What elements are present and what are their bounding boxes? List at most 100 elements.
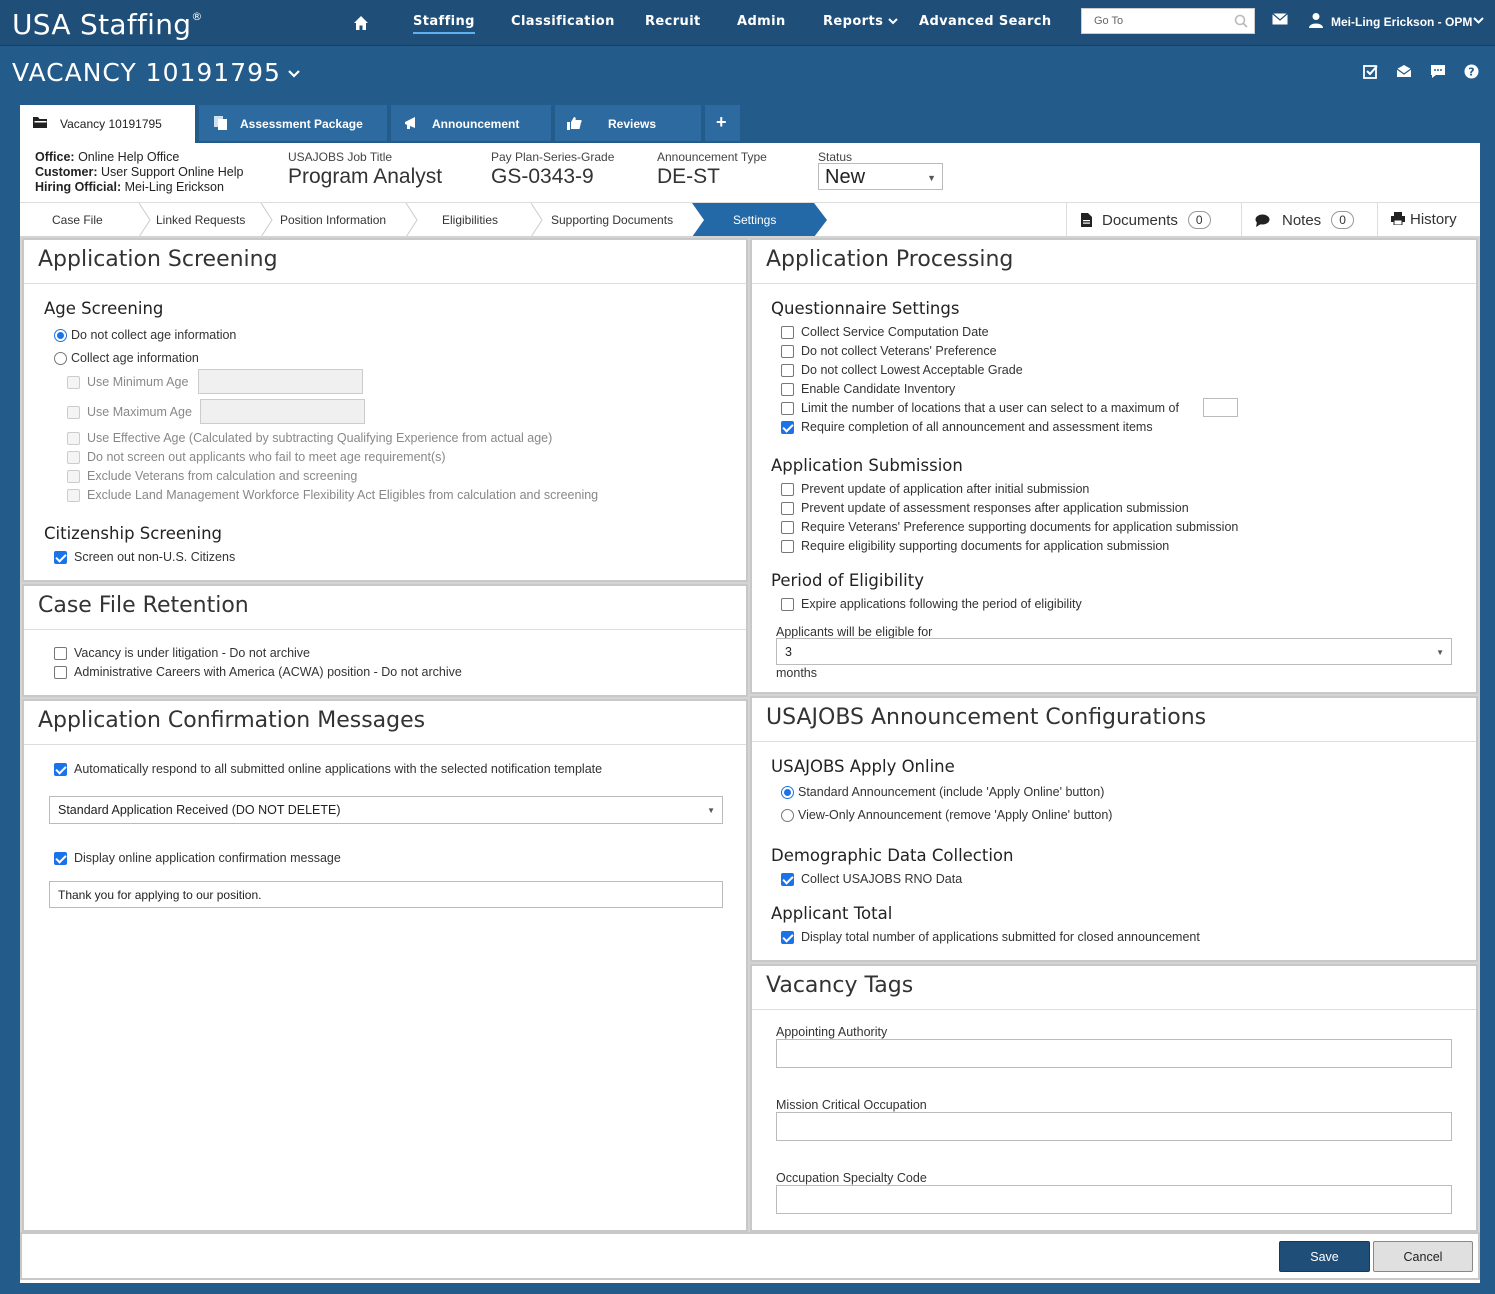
occupation-specialty-input[interactable] [776,1185,1452,1214]
expire-applications-checkbox[interactable]: Expire applications following the period… [781,597,1082,611]
collect-rno-checkbox[interactable]: Collect USAJOBS RNO Data [781,872,962,886]
minimum-age-input[interactable] [198,369,363,394]
months-label: months [776,666,817,680]
no-collect-age-radio[interactable]: Do not collect age information [54,328,236,342]
save-button[interactable]: Save [1279,1241,1370,1272]
effective-age-checkbox[interactable]: Use Effective Age (Calculated by subtrac… [67,431,552,445]
user-name[interactable]: Mei-Ling Erickson - OPM [1331,15,1472,29]
goto-input[interactable]: Go To [1081,8,1255,34]
chevron-down-icon[interactable] [288,69,300,78]
vacancy-tags-panel: Vacancy Tags Appointing Authority Missio… [750,964,1478,1232]
section-heading: Age Screening [44,299,164,318]
section-heading: Citizenship Screening [44,524,223,543]
help-icon[interactable]: ? [1464,64,1479,79]
require-elig-docs-checkbox[interactable]: Require eligibility supporting documents… [781,539,1169,553]
cancel-button[interactable]: Cancel [1373,1241,1473,1272]
tab-announcement[interactable]: Announcement [391,105,551,141]
require-completion-checkbox[interactable]: Require completion of all announcement a… [781,420,1153,434]
nav-classification[interactable]: Classification [511,14,615,29]
nav-reports[interactable]: Reports [823,14,898,29]
printer-icon [1391,212,1405,226]
max-locations-input[interactable] [1203,398,1238,417]
announcement-type-field: Announcement Type DE-ST [657,150,767,188]
breadcrumb: Case File Linked Requests Position Infor… [20,203,1480,238]
tab-vacancy[interactable]: Vacancy 10191795 [20,105,195,144]
no-lowest-grade-checkbox[interactable]: Do not collect Lowest Acceptable Grade [781,363,1023,377]
litigation-checkbox[interactable]: Vacancy is under litigation - Do not arc… [54,646,310,660]
job-title-field: USAJOBS Job Title Program Analyst [288,150,443,188]
acwa-checkbox[interactable]: Administrative Careers with America (ACW… [54,665,462,679]
nav-recruit[interactable]: Recruit [645,14,701,29]
auto-respond-checkbox[interactable]: Automatically respond to all submitted o… [54,762,602,776]
no-screen-out-checkbox[interactable]: Do not screen out applicants who fail to… [67,450,446,464]
mail-icon[interactable] [1272,13,1288,25]
crumb-case-file[interactable]: Case File [52,203,103,237]
eligibility-period-select[interactable]: 3 ▼ [776,638,1452,665]
confirmation-messages-panel: Application Confirmation Messages Automa… [22,699,748,1232]
documents-tab[interactable]: Documents 0 [1066,203,1241,237]
collect-age-radio[interactable]: Collect age information [54,351,199,365]
megaphone-icon [405,117,415,129]
notification-template-select[interactable]: Standard Application Received (DO NOT DE… [49,796,723,824]
add-tab-button[interactable]: + [705,105,740,141]
mission-critical-label: Mission Critical Occupation [776,1098,927,1112]
nav-admin[interactable]: Admin [737,14,786,29]
display-total-checkbox[interactable]: Display total number of applications sub… [781,930,1200,944]
view-only-announcement-radio[interactable]: View-Only Announcement (remove 'Apply On… [781,808,1112,822]
maximum-age-input[interactable] [200,399,365,424]
collect-scd-checkbox[interactable]: Collect Service Computation Date [781,325,989,339]
search-icon[interactable] [1234,14,1248,28]
confirmation-message-input[interactable]: Thank you for applying to our position. [49,881,723,908]
history-tab[interactable]: History [1377,203,1480,237]
nav-advanced-search[interactable]: Advanced Search [919,14,1052,29]
panel-title: USAJOBS Announcement Configurations [752,698,1476,742]
open-mail-icon[interactable] [1396,64,1412,78]
crumb-position-information[interactable]: Position Information [280,203,386,237]
panel-title: Vacancy Tags [752,966,1476,1010]
chevron-down-icon[interactable] [1473,16,1484,24]
chevron-down-icon [888,18,898,25]
page-title: VACANCY 10191795 [12,58,281,87]
crumb-settings[interactable]: Settings [733,203,776,237]
app-logo[interactable]: USA Staffing® [12,8,203,41]
crumb-supporting-documents[interactable]: Supporting Documents [551,203,673,237]
checklist-icon[interactable] [1363,64,1378,79]
notes-tab[interactable]: Notes 0 [1241,203,1377,237]
prevent-update-assessment-checkbox[interactable]: Prevent update of assessment responses a… [781,501,1189,515]
display-confirmation-checkbox[interactable]: Display online application confirmation … [54,851,341,865]
use-minimum-age-checkbox[interactable]: Use Minimum Age [67,375,188,389]
no-veterans-pref-checkbox[interactable]: Do not collect Veterans' Preference [781,344,997,358]
status-label: Status [818,150,853,164]
prevent-update-application-checkbox[interactable]: Prevent update of application after init… [781,482,1089,496]
user-icon[interactable] [1308,12,1324,28]
section-heading: Applicant Total [771,904,893,923]
documents-icon [214,116,227,130]
eligibility-label: Applicants will be eligible for [776,625,933,639]
tab-reviews[interactable]: Reviews [555,105,701,141]
document-icon [1081,213,1092,227]
panel-title: Case File Retention [24,586,746,630]
tab-assessment-package[interactable]: Assessment Package [199,105,387,141]
screen-out-citizens-checkbox[interactable]: Screen out non-U.S. Citizens [54,550,235,564]
application-processing-panel: Application Processing Questionnaire Set… [750,238,1478,694]
require-vp-docs-checkbox[interactable]: Require Veterans' Preference supporting … [781,520,1238,534]
standard-announcement-radio[interactable]: Standard Announcement (include 'Apply On… [781,785,1104,799]
exclude-veterans-checkbox[interactable]: Exclude Veterans from calculation and sc… [67,469,357,483]
occupation-specialty-label: Occupation Specialty Code [776,1171,927,1185]
nav-staffing[interactable]: Staffing [413,14,475,34]
exclude-lmwfa-checkbox[interactable]: Exclude Land Management Workforce Flexib… [67,488,598,502]
application-screening-panel: Application Screening Age Screening Do n… [22,238,748,582]
ppsg-field: Pay Plan-Series-Grade GS-0343-9 [491,150,615,188]
status-select[interactable]: New ▼ [818,163,943,190]
crumb-linked-requests[interactable]: Linked Requests [156,203,245,237]
panel-title: Application Screening [24,240,746,284]
candidate-inventory-checkbox[interactable]: Enable Candidate Inventory [781,382,955,396]
comment-icon[interactable] [1430,64,1446,79]
use-maximum-age-checkbox[interactable]: Use Maximum Age [67,405,192,419]
mission-critical-input[interactable] [776,1112,1452,1141]
home-icon[interactable] [353,15,369,31]
crumb-eligibilities[interactable]: Eligibilities [442,203,498,237]
appointing-authority-input[interactable] [776,1039,1452,1068]
limit-locations-checkbox[interactable]: Limit the number of locations that a use… [781,401,1179,415]
comment-icon [1255,214,1270,227]
